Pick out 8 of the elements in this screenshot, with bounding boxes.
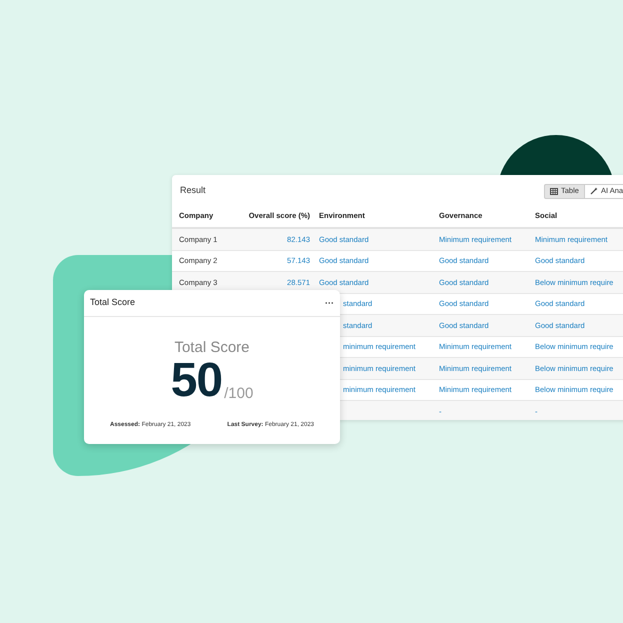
panel-title: Result	[180, 184, 206, 198]
score-heading: Total Score	[174, 340, 250, 355]
score-value: 50	[170, 357, 222, 405]
score-max: /100	[224, 386, 254, 401]
card-title: Total Score	[90, 296, 136, 310]
grid-icon	[550, 188, 558, 194]
wand-icon	[590, 187, 598, 195]
more-button[interactable]: ···	[325, 298, 334, 308]
